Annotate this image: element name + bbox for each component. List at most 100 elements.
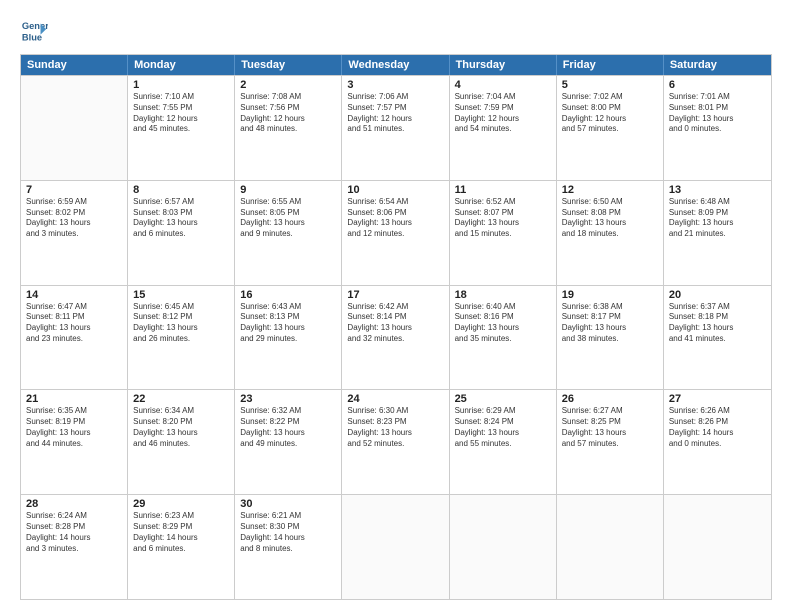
header-day-wednesday: Wednesday bbox=[342, 55, 449, 75]
cell-info: Sunrise: 6:59 AM Sunset: 8:02 PM Dayligh… bbox=[26, 197, 122, 240]
cell-info: Sunrise: 6:29 AM Sunset: 8:24 PM Dayligh… bbox=[455, 406, 551, 449]
cell-info: Sunrise: 6:52 AM Sunset: 8:07 PM Dayligh… bbox=[455, 197, 551, 240]
day-number: 30 bbox=[240, 498, 336, 510]
calendar-cell-9: 9Sunrise: 6:55 AM Sunset: 8:05 PM Daylig… bbox=[235, 181, 342, 285]
calendar-cell-12: 12Sunrise: 6:50 AM Sunset: 8:08 PM Dayli… bbox=[557, 181, 664, 285]
day-number: 7 bbox=[26, 184, 122, 196]
calendar-cell-28: 28Sunrise: 6:24 AM Sunset: 8:28 PM Dayli… bbox=[21, 495, 128, 599]
header-day-tuesday: Tuesday bbox=[235, 55, 342, 75]
calendar-cell-2: 2Sunrise: 7:08 AM Sunset: 7:56 PM Daylig… bbox=[235, 76, 342, 180]
calendar-cell-11: 11Sunrise: 6:52 AM Sunset: 8:07 PM Dayli… bbox=[450, 181, 557, 285]
calendar: SundayMondayTuesdayWednesdayThursdayFrid… bbox=[20, 54, 772, 600]
day-number: 13 bbox=[669, 184, 766, 196]
cell-info: Sunrise: 6:35 AM Sunset: 8:19 PM Dayligh… bbox=[26, 406, 122, 449]
cell-info: Sunrise: 6:45 AM Sunset: 8:12 PM Dayligh… bbox=[133, 302, 229, 345]
calendar-cell-7: 7Sunrise: 6:59 AM Sunset: 8:02 PM Daylig… bbox=[21, 181, 128, 285]
calendar-cell-empty-4-6 bbox=[664, 495, 771, 599]
calendar-cell-20: 20Sunrise: 6:37 AM Sunset: 8:18 PM Dayli… bbox=[664, 286, 771, 390]
calendar-row-3: 21Sunrise: 6:35 AM Sunset: 8:19 PM Dayli… bbox=[21, 389, 771, 494]
page: General Blue SundayMondayTuesdayWednesda… bbox=[0, 0, 792, 612]
calendar-cell-17: 17Sunrise: 6:42 AM Sunset: 8:14 PM Dayli… bbox=[342, 286, 449, 390]
calendar-cell-empty-4-3 bbox=[342, 495, 449, 599]
day-number: 14 bbox=[26, 289, 122, 301]
calendar-cell-26: 26Sunrise: 6:27 AM Sunset: 8:25 PM Dayli… bbox=[557, 390, 664, 494]
header-day-thursday: Thursday bbox=[450, 55, 557, 75]
cell-info: Sunrise: 6:43 AM Sunset: 8:13 PM Dayligh… bbox=[240, 302, 336, 345]
calendar-cell-8: 8Sunrise: 6:57 AM Sunset: 8:03 PM Daylig… bbox=[128, 181, 235, 285]
day-number: 27 bbox=[669, 393, 766, 405]
cell-info: Sunrise: 7:01 AM Sunset: 8:01 PM Dayligh… bbox=[669, 92, 766, 135]
cell-info: Sunrise: 7:06 AM Sunset: 7:57 PM Dayligh… bbox=[347, 92, 443, 135]
calendar-cell-18: 18Sunrise: 6:40 AM Sunset: 8:16 PM Dayli… bbox=[450, 286, 557, 390]
cell-info: Sunrise: 7:02 AM Sunset: 8:00 PM Dayligh… bbox=[562, 92, 658, 135]
calendar-cell-4: 4Sunrise: 7:04 AM Sunset: 7:59 PM Daylig… bbox=[450, 76, 557, 180]
cell-info: Sunrise: 6:23 AM Sunset: 8:29 PM Dayligh… bbox=[133, 511, 229, 554]
cell-info: Sunrise: 7:04 AM Sunset: 7:59 PM Dayligh… bbox=[455, 92, 551, 135]
cell-info: Sunrise: 6:47 AM Sunset: 8:11 PM Dayligh… bbox=[26, 302, 122, 345]
day-number: 6 bbox=[669, 79, 766, 91]
header: General Blue bbox=[20, 16, 772, 44]
header-day-friday: Friday bbox=[557, 55, 664, 75]
day-number: 26 bbox=[562, 393, 658, 405]
calendar-cell-empty-4-5 bbox=[557, 495, 664, 599]
calendar-cell-empty-0-0 bbox=[21, 76, 128, 180]
cell-info: Sunrise: 6:42 AM Sunset: 8:14 PM Dayligh… bbox=[347, 302, 443, 345]
cell-info: Sunrise: 6:55 AM Sunset: 8:05 PM Dayligh… bbox=[240, 197, 336, 240]
cell-info: Sunrise: 6:34 AM Sunset: 8:20 PM Dayligh… bbox=[133, 406, 229, 449]
calendar-cell-23: 23Sunrise: 6:32 AM Sunset: 8:22 PM Dayli… bbox=[235, 390, 342, 494]
day-number: 28 bbox=[26, 498, 122, 510]
day-number: 29 bbox=[133, 498, 229, 510]
cell-info: Sunrise: 6:54 AM Sunset: 8:06 PM Dayligh… bbox=[347, 197, 443, 240]
cell-info: Sunrise: 6:40 AM Sunset: 8:16 PM Dayligh… bbox=[455, 302, 551, 345]
calendar-row-0: 1Sunrise: 7:10 AM Sunset: 7:55 PM Daylig… bbox=[21, 75, 771, 180]
calendar-cell-29: 29Sunrise: 6:23 AM Sunset: 8:29 PM Dayli… bbox=[128, 495, 235, 599]
calendar-cell-empty-4-4 bbox=[450, 495, 557, 599]
cell-info: Sunrise: 6:30 AM Sunset: 8:23 PM Dayligh… bbox=[347, 406, 443, 449]
calendar-cell-25: 25Sunrise: 6:29 AM Sunset: 8:24 PM Dayli… bbox=[450, 390, 557, 494]
day-number: 17 bbox=[347, 289, 443, 301]
calendar-body: 1Sunrise: 7:10 AM Sunset: 7:55 PM Daylig… bbox=[21, 75, 771, 599]
cell-info: Sunrise: 6:57 AM Sunset: 8:03 PM Dayligh… bbox=[133, 197, 229, 240]
cell-info: Sunrise: 6:27 AM Sunset: 8:25 PM Dayligh… bbox=[562, 406, 658, 449]
calendar-cell-27: 27Sunrise: 6:26 AM Sunset: 8:26 PM Dayli… bbox=[664, 390, 771, 494]
calendar-cell-15: 15Sunrise: 6:45 AM Sunset: 8:12 PM Dayli… bbox=[128, 286, 235, 390]
calendar-row-2: 14Sunrise: 6:47 AM Sunset: 8:11 PM Dayli… bbox=[21, 285, 771, 390]
cell-info: Sunrise: 6:32 AM Sunset: 8:22 PM Dayligh… bbox=[240, 406, 336, 449]
calendar-cell-13: 13Sunrise: 6:48 AM Sunset: 8:09 PM Dayli… bbox=[664, 181, 771, 285]
day-number: 4 bbox=[455, 79, 551, 91]
calendar-cell-10: 10Sunrise: 6:54 AM Sunset: 8:06 PM Dayli… bbox=[342, 181, 449, 285]
header-day-sunday: Sunday bbox=[21, 55, 128, 75]
day-number: 25 bbox=[455, 393, 551, 405]
calendar-cell-30: 30Sunrise: 6:21 AM Sunset: 8:30 PM Dayli… bbox=[235, 495, 342, 599]
cell-info: Sunrise: 6:24 AM Sunset: 8:28 PM Dayligh… bbox=[26, 511, 122, 554]
day-number: 12 bbox=[562, 184, 658, 196]
cell-info: Sunrise: 7:10 AM Sunset: 7:55 PM Dayligh… bbox=[133, 92, 229, 135]
day-number: 21 bbox=[26, 393, 122, 405]
day-number: 8 bbox=[133, 184, 229, 196]
svg-text:Blue: Blue bbox=[22, 32, 42, 42]
day-number: 5 bbox=[562, 79, 658, 91]
header-day-saturday: Saturday bbox=[664, 55, 771, 75]
day-number: 24 bbox=[347, 393, 443, 405]
day-number: 11 bbox=[455, 184, 551, 196]
cell-info: Sunrise: 6:26 AM Sunset: 8:26 PM Dayligh… bbox=[669, 406, 766, 449]
day-number: 16 bbox=[240, 289, 336, 301]
calendar-row-4: 28Sunrise: 6:24 AM Sunset: 8:28 PM Dayli… bbox=[21, 494, 771, 599]
calendar-cell-14: 14Sunrise: 6:47 AM Sunset: 8:11 PM Dayli… bbox=[21, 286, 128, 390]
calendar-cell-1: 1Sunrise: 7:10 AM Sunset: 7:55 PM Daylig… bbox=[128, 76, 235, 180]
calendar-cell-21: 21Sunrise: 6:35 AM Sunset: 8:19 PM Dayli… bbox=[21, 390, 128, 494]
calendar-cell-16: 16Sunrise: 6:43 AM Sunset: 8:13 PM Dayli… bbox=[235, 286, 342, 390]
calendar-cell-22: 22Sunrise: 6:34 AM Sunset: 8:20 PM Dayli… bbox=[128, 390, 235, 494]
day-number: 23 bbox=[240, 393, 336, 405]
calendar-header: SundayMondayTuesdayWednesdayThursdayFrid… bbox=[21, 55, 771, 75]
day-number: 1 bbox=[133, 79, 229, 91]
calendar-cell-5: 5Sunrise: 7:02 AM Sunset: 8:00 PM Daylig… bbox=[557, 76, 664, 180]
logo-icon: General Blue bbox=[20, 16, 48, 44]
calendar-row-1: 7Sunrise: 6:59 AM Sunset: 8:02 PM Daylig… bbox=[21, 180, 771, 285]
cell-info: Sunrise: 6:21 AM Sunset: 8:30 PM Dayligh… bbox=[240, 511, 336, 554]
calendar-cell-6: 6Sunrise: 7:01 AM Sunset: 8:01 PM Daylig… bbox=[664, 76, 771, 180]
day-number: 20 bbox=[669, 289, 766, 301]
day-number: 9 bbox=[240, 184, 336, 196]
day-number: 15 bbox=[133, 289, 229, 301]
cell-info: Sunrise: 6:50 AM Sunset: 8:08 PM Dayligh… bbox=[562, 197, 658, 240]
